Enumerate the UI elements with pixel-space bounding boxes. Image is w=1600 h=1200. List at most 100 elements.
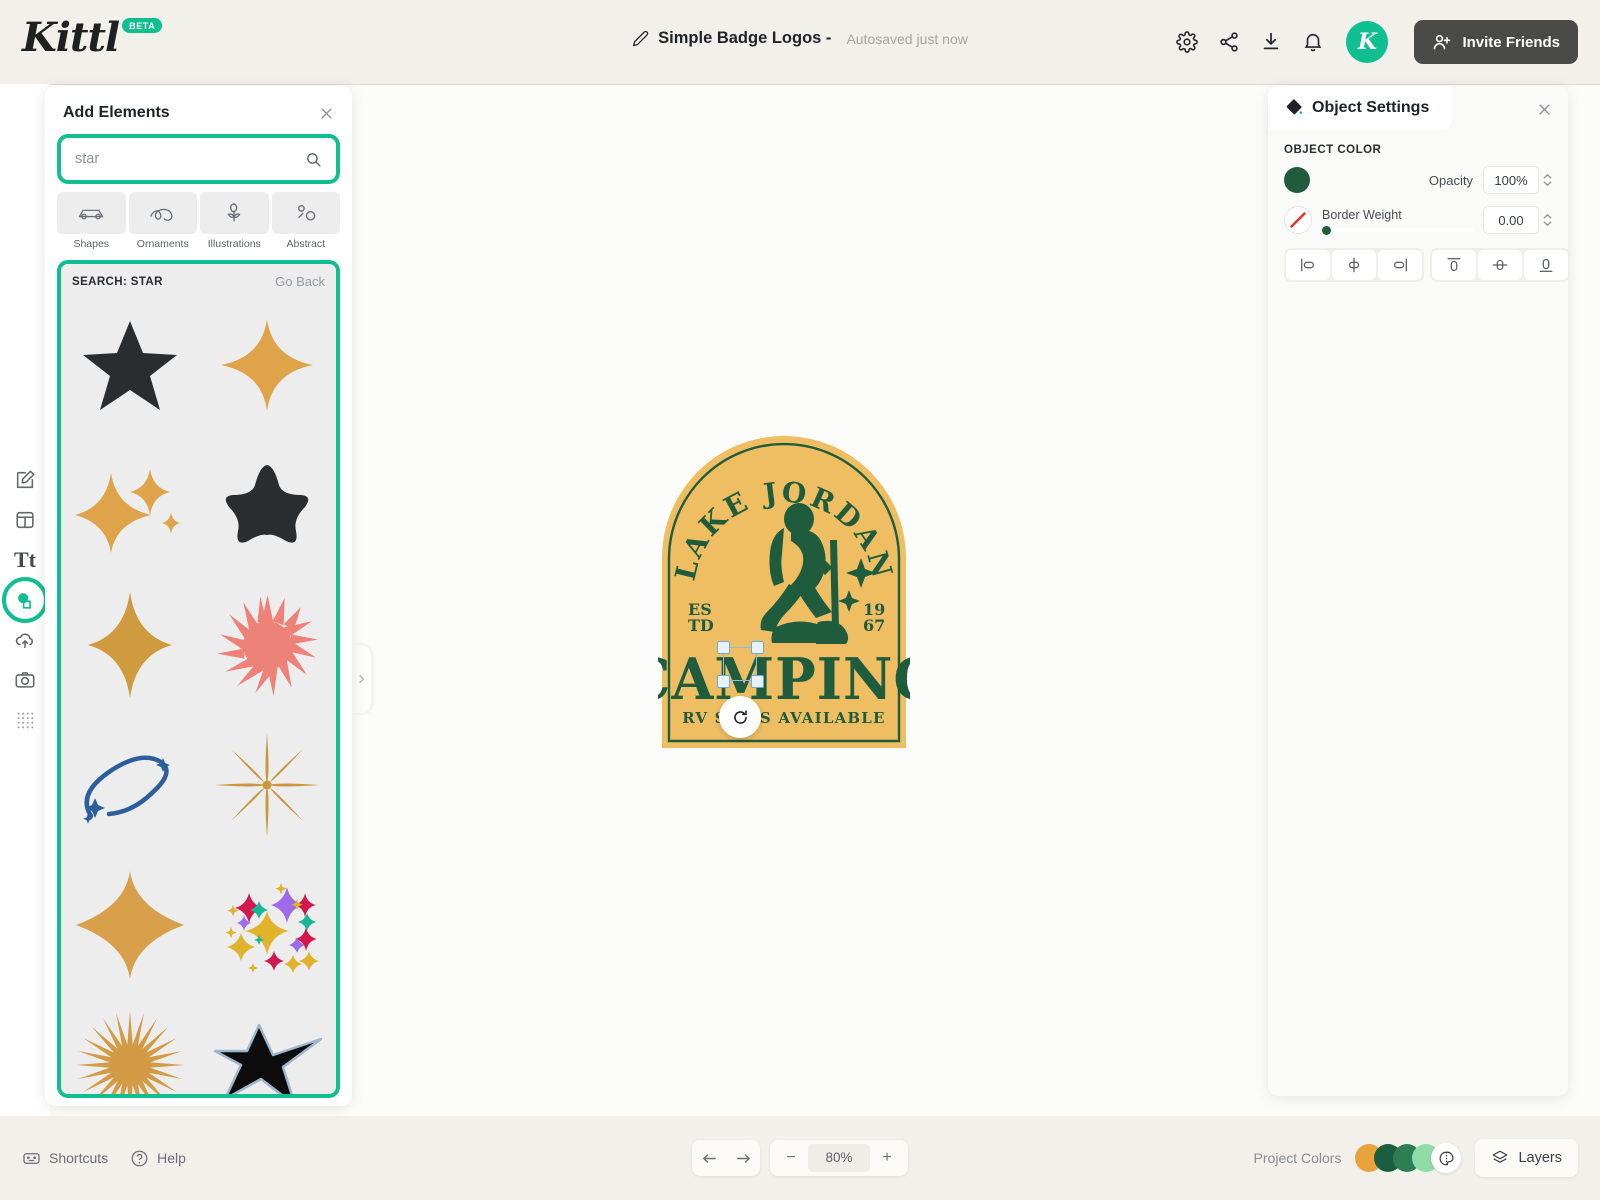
element-cross-sparkle-gold[interactable] [61,855,199,995]
svg-text:TD: TD [688,616,714,635]
element-five-point-star-black[interactable] [61,295,199,435]
element-diamond-sparkle-gold[interactable] [61,575,199,715]
bell-icon[interactable] [1302,31,1324,53]
open-palette-button[interactable] [1431,1143,1461,1173]
pattern-grid-icon [14,709,36,731]
shapes-icon [76,202,106,224]
border-none-swatch[interactable] [1284,206,1312,234]
horizontal-align-group [1284,248,1424,282]
align-left-button[interactable] [1286,250,1330,280]
svg-text:67: 67 [863,616,885,635]
zoom-out-button[interactable]: − [774,1140,808,1176]
element-rounded-star-black[interactable] [199,435,337,575]
search-highlight-ring [57,134,340,184]
vertical-align-group [1430,248,1570,282]
sidebar-item-uploads[interactable] [0,620,50,660]
document-title-area[interactable]: Simple Badge Logos - Autosaved just now [632,29,968,48]
badge-artwork[interactable]: LAKE JORDAN ES TD 19 67 CAMPING RV SITES [658,432,910,752]
shortcuts-label: Shortcuts [49,1150,108,1166]
search-input[interactable] [75,151,305,167]
border-weight-value[interactable]: 0.00 [1483,206,1539,234]
tab-shapes[interactable] [57,192,126,234]
sidebar-item-templates[interactable] [0,500,50,540]
opacity-label: Opacity [1429,173,1473,188]
align-right-button[interactable] [1378,250,1422,280]
share-icon[interactable] [1218,31,1240,53]
close-icon[interactable] [1537,102,1552,117]
invite-friends-button[interactable]: Invite Friends [1414,20,1578,64]
rounded-star-icon [217,455,317,555]
zoom-level-value[interactable]: 80% [808,1144,870,1172]
footer-left-actions: Shortcuts Help [22,1149,186,1168]
confetti-stars-icon [211,875,323,975]
chevron-right-icon [356,672,367,686]
panel-title: Add Elements [63,104,170,122]
undo-button[interactable] [692,1140,726,1176]
element-four-point-sparkle-gold[interactable] [199,295,337,435]
sidebar-item-photos[interactable] [0,660,50,700]
align-top-button[interactable] [1432,250,1476,280]
gear-icon[interactable] [1176,31,1198,53]
panel-collapse-toggle[interactable] [351,645,371,713]
align-top-icon [1445,255,1463,275]
align-center-horizontal-button[interactable] [1332,250,1376,280]
close-icon[interactable] [319,106,334,121]
element-orbit-swoosh-blue[interactable] [61,715,199,855]
sidebar-item-elements[interactable] [0,580,50,620]
search-icon[interactable] [305,151,322,168]
add-elements-panel: Add Elements [45,86,352,1106]
object-color-row: Opacity 100% [1284,166,1552,194]
align-bottom-button[interactable] [1524,250,1568,280]
element-confetti-stars-multicolor[interactable] [199,855,337,995]
selection-handle-top-right[interactable] [751,641,764,654]
layers-label: Layers [1518,1150,1562,1166]
sidebar-item-patterns[interactable] [0,700,50,740]
border-weight-stepper[interactable] [1543,213,1552,227]
element-shooting-star-black[interactable] [199,995,337,1098]
tab-abstract-label: Abstract [272,238,341,250]
object-settings-tab[interactable]: Object Settings [1268,86,1452,130]
rotate-icon [731,708,750,727]
opacity-stepper[interactable] [1543,173,1552,187]
tab-abstract[interactable] [272,192,341,234]
element-radial-burst-gold[interactable] [61,995,199,1098]
design-pencil-icon [14,469,36,491]
paint-bucket-icon [1282,97,1304,119]
tab-illustrations[interactable] [200,192,269,234]
selection-handle-bottom-left[interactable] [717,675,730,688]
category-labels: Shapes Ornaments Illustrations Abstract [45,234,352,250]
align-right-icon [1390,256,1410,274]
search-box[interactable] [63,140,334,178]
element-eight-point-star-gold[interactable] [199,715,337,855]
user-avatar[interactable]: K [1346,21,1388,63]
element-sparkle-cluster-gold[interactable] [61,435,199,575]
border-weight-slider[interactable] [1322,228,1473,232]
tab-ornaments[interactable] [129,192,198,234]
element-sunburst-salmon[interactable] [199,575,337,715]
selection-handle-top-left[interactable] [717,641,730,654]
app-logo[interactable]: Kittl BETA [22,14,162,61]
invite-friends-label: Invite Friends [1462,34,1560,51]
palette-icon [1438,1150,1455,1167]
object-color-swatch[interactable] [1284,167,1310,193]
go-back-link[interactable]: Go Back [275,274,325,289]
selection-handle-bottom-right[interactable] [751,675,764,688]
help-label: Help [157,1150,186,1166]
orbit-swoosh-icon [75,740,185,830]
project-colors-label: Project Colors [1254,1150,1342,1166]
border-weight-slider-knob[interactable] [1322,226,1331,235]
align-middle-vertical-button[interactable] [1478,250,1522,280]
opacity-value[interactable]: 100% [1483,166,1539,194]
sidebar-item-text[interactable]: Tt [0,540,50,580]
download-icon[interactable] [1260,31,1282,53]
help-button[interactable]: Help [130,1149,186,1168]
avatar-initial: K [1358,29,1377,55]
shortcuts-button[interactable]: Shortcuts [22,1149,108,1168]
sidebar-item-design[interactable] [0,460,50,500]
zoom-in-button[interactable]: + [870,1140,904,1176]
project-colors-swatches[interactable] [1355,1143,1461,1173]
rotate-handle-button[interactable] [719,696,761,738]
pencil-icon [632,30,649,47]
redo-button[interactable] [726,1140,760,1176]
layers-button[interactable]: Layers [1475,1139,1578,1177]
